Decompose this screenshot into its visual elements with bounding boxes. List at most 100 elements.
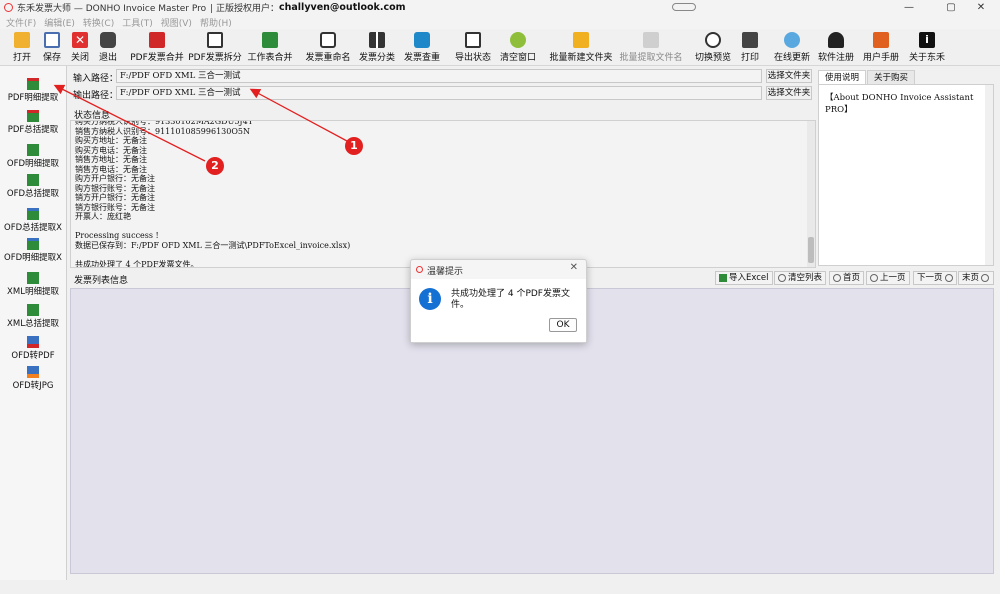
sidebar-item-label: OFD明细提取 [6,159,60,169]
sidebar-item-xml-detail[interactable]: XML明细提取 [0,270,66,300]
sidebar-item-ofd-summary[interactable]: OFD总括提取 [0,172,66,202]
update-icon [784,32,800,48]
input-path-field[interactable]: F:/PDF OFD XML 三合一测试 [116,69,762,83]
pdf-split-icon [207,32,223,48]
window-title: 东禾发票大师 — DONHO Invoice Master Pro [17,4,207,14]
status-scrollbar[interactable] [807,121,815,267]
status-log-text: 购买方纳税人识别号：91330102MA2GDU5J4Y 销售方纳税人识别号：9… [75,120,351,268]
menu-edit[interactable]: 编辑(E) [44,16,75,29]
toolbar-batch-new-folder-button[interactable]: 批量新建文件夹 [548,29,614,65]
exit-icon [100,32,116,48]
toolbar-label: 批量新建文件夹 [549,53,613,63]
menu-view[interactable]: 视图(V) [161,16,192,29]
toolbar-classify-button[interactable]: 发票分类 [356,29,398,65]
status-log[interactable]: 购买方纳税人识别号：91330102MA2GDU5J4Y 销售方纳税人识别号：9… [70,120,816,268]
input-browse-button[interactable]: 选择文件夹 [766,69,812,83]
minimize-button[interactable]: — [886,0,932,15]
toolbar-label: 关闭 [70,53,89,63]
dialog-close-button[interactable]: ✕ [570,262,578,273]
output-browse-button[interactable]: 选择文件夹 [766,86,812,100]
toolbar-close-button[interactable]: ✕ 关闭 [66,29,94,65]
button-label: 清空列表 [788,273,823,283]
toolbar-pdf-merge-button[interactable]: PDF发票合并 [128,29,186,65]
menu-file[interactable]: 文件(F) [6,16,36,29]
import-excel-button[interactable]: 导入Excel [715,271,773,285]
input-path-label: 输入路径： [73,74,119,84]
close-window-button[interactable]: ✕ [958,0,1000,15]
toolbar-pdf-split-button[interactable]: PDF发票拆分 [186,29,244,65]
toolbar-export-status-button[interactable]: 导出状态 [452,29,494,65]
excel-icon [27,208,39,220]
toolbar-label: 清空窗口 [499,53,536,63]
next-page-button[interactable]: 下一页 [913,271,957,285]
dialog-body: i 共成功处理了 4 个PDF发票文件。 OK [411,279,586,342]
toolbar-label: 发票查重 [403,53,440,63]
print-icon [742,32,758,48]
toolbar-toggle-preview-button[interactable]: 切换预览 [692,29,734,65]
export-icon [465,32,481,48]
sidebar-item-ofd-detail-x[interactable]: OFD明细提取X [0,236,66,266]
title-search-pill[interactable] [672,3,696,11]
sidebar-item-ofd-to-pdf[interactable]: OFD转PDF [0,334,66,364]
about-heading: 【About DONHO Invoice Assistant PRO】 [825,93,974,115]
toolbar-online-update-button[interactable]: 在线更新 [770,29,814,65]
tab-instructions[interactable]: 使用说明 [818,70,867,84]
toolbar-sheet-merge-button[interactable]: 工作表合并 [245,29,295,65]
excel-icon [719,274,727,282]
output-path-row: 输出路径： F:/PDF OFD XML 三合一测试 选择文件夹 [70,86,814,101]
button-label: 上一页 [880,273,906,283]
search-duplicate-icon [414,32,430,48]
toolbar-clear-window-button[interactable]: 清空窗口 [496,29,540,65]
folder-open-icon [14,32,30,48]
toolbar-register-button[interactable]: 软件注册 [816,29,856,65]
sidebar-item-label: PDF总括提取 [7,125,59,135]
sidebar-item-pdf-detail[interactable]: PDF明细提取 [0,76,66,106]
invoice-list-title: 发票列表信息 [74,276,129,286]
sidebar-item-xml-summary[interactable]: XML总括提取 [0,302,66,332]
menu-tools[interactable]: 工具(T) [122,16,153,29]
toolbar-about-button[interactable]: i 关于东禾 [906,29,948,65]
toolbar-rename-button[interactable]: 发票重命名 [302,29,354,65]
extract-filename-icon [643,32,659,48]
sidebar-item-ofd-summary-x[interactable]: OFD总括提取X [0,206,66,236]
toggle-preview-icon [705,32,721,48]
toolbar-print-button[interactable]: 打印 [736,29,764,65]
app-logo-icon [4,3,13,12]
dialog-title: 温馨提示 [427,267,464,277]
toolbar-duplicate-check-button[interactable]: 发票查重 [400,29,444,65]
output-path-field[interactable]: F:/PDF OFD XML 三合一测试 [116,86,762,100]
annotation-badge-2: 2 [206,157,224,175]
app-logo-icon [416,266,423,273]
sidebar-item-ofd-detail[interactable]: OFD明细提取 [0,142,66,172]
dialog-ok-button[interactable]: OK [549,318,577,332]
excel-icon [27,272,39,284]
about-icon: i [919,32,935,48]
last-page-button[interactable]: 末页 [958,271,994,285]
sidebar-item-pdf-summary[interactable]: PDF总括提取 [0,108,66,138]
toolbar-label: 切换预览 [694,53,731,63]
right-panel-content: 【About DONHO Invoice Assistant PRO】 [818,84,994,266]
first-page-button[interactable]: 首页 [829,271,865,285]
grid-icon [369,32,385,48]
annotation-badge-1: 1 [345,137,363,155]
toolbar-user-manual-button[interactable]: 用户手册 [860,29,902,65]
excel-icon [27,238,39,250]
sheet-merge-icon [262,32,278,48]
toolbar-label: 保存 [42,53,61,63]
clear-list-button[interactable]: 清空列表 [774,271,827,285]
menu-convert[interactable]: 转换(C) [83,16,114,29]
toolbar-exit-button[interactable]: 退出 [94,29,122,65]
toolbar-save-button[interactable]: 保存 [38,29,66,65]
button-label: 下一页 [917,273,943,283]
sidebar-item-ofd-to-jpg[interactable]: OFD转JPG [0,364,66,394]
excel-icon [27,110,39,122]
menu-help[interactable]: 帮助(H) [200,16,232,29]
toolbar-open-button[interactable]: 打开 [8,29,36,65]
toolbar-batch-extract-filename-button[interactable]: 批量提取文件名 [618,29,684,65]
prev-page-button[interactable]: 上一页 [866,271,910,285]
scrollbar-thumb[interactable] [808,237,814,263]
title-bar: 东禾发票大师 — DONHO Invoice Master Pro | 正版授权… [0,0,1000,15]
right-panel-scrollbar[interactable] [985,85,993,265]
tab-purchase[interactable]: 关于购买 [867,70,916,84]
message-dialog: 温馨提示 ✕ i 共成功处理了 4 个PDF发票文件。 OK [410,259,587,343]
